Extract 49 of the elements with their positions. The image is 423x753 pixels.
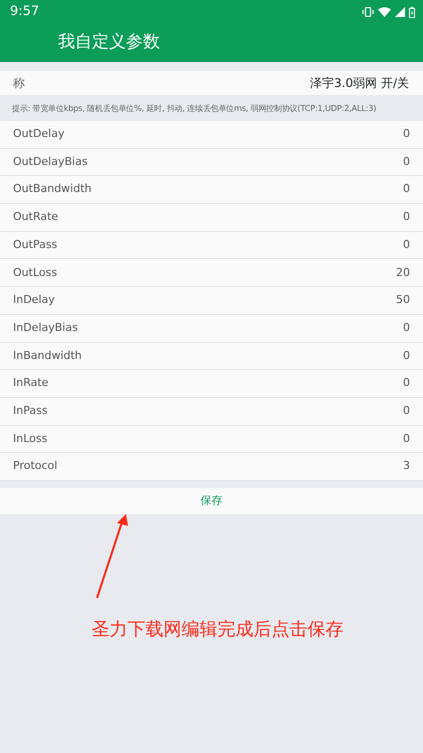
field-label: 称: [13, 75, 25, 92]
battery-icon: [409, 6, 415, 18]
param-row[interactable]: OutRate 0: [0, 204, 423, 232]
vibrate-icon: [362, 7, 374, 17]
toolbar-title: 我自定义参数: [58, 31, 160, 54]
param-row[interactable]: InPass 0: [0, 398, 423, 426]
param-value: 50: [396, 292, 410, 308]
wifi-icon: [378, 7, 391, 17]
param-value: 20: [396, 264, 410, 281]
param-value: 0: [403, 430, 410, 447]
param-name: OutLoss: [13, 264, 58, 281]
hint-text: 提示: 带宽单位kbps, 随机丢包单位%, 延时, 抖动, 连续丢包单位ms, 弱网控制协议(TCP:1,UDP:2,ALL:3): [12, 102, 376, 114]
param-name: InLoss: [13, 430, 48, 447]
param-value: 0: [403, 402, 410, 419]
param-row[interactable]: InDelay 50: [0, 287, 423, 315]
param-value: 3: [403, 458, 410, 474]
param-row[interactable]: Protocol 3: [0, 453, 423, 481]
name-value[interactable]: 泽宇3.0弱网 开/关: [310, 74, 409, 92]
param-name: OutPass: [13, 236, 58, 253]
param-row[interactable]: OutDelay 0: [0, 121, 423, 149]
param-row[interactable]: OutLoss 20: [0, 259, 423, 288]
param-row[interactable]: InRate 0: [0, 370, 423, 398]
param-value: 0: [403, 348, 410, 364]
annotation-text: 圣力下载网编辑完成后点击保存: [92, 618, 344, 640]
param-row[interactable]: OutPass 0: [0, 232, 423, 260]
param-value: 0: [403, 126, 410, 142]
param-name: InDelayBias: [13, 320, 78, 336]
param-row[interactable]: InBandwidth 0: [0, 342, 423, 370]
param-name: InBandwidth: [13, 348, 82, 364]
param-row[interactable]: InLoss 0: [0, 426, 423, 454]
param-value: 0: [403, 209, 410, 226]
signal-icon: [395, 7, 405, 17]
param-value: 0: [403, 320, 410, 336]
param-value: 0: [403, 375, 410, 392]
param-value: 0: [403, 154, 410, 170]
param-name: OutBandwidth: [13, 181, 92, 198]
param-row[interactable]: InDelayBias 0: [0, 314, 423, 342]
param-name: OutDelay: [13, 126, 64, 142]
param-name: InRate: [13, 375, 48, 392]
status-time: 9:57: [10, 3, 40, 22]
param-name: InPass: [13, 402, 48, 419]
param-value: 0: [403, 236, 410, 253]
param-name: InDelay: [13, 292, 55, 308]
param-name: OutDelayBias: [13, 154, 88, 170]
param-row[interactable]: OutDelayBias 0: [0, 148, 423, 176]
param-name: OutRate: [13, 209, 58, 226]
param-name: Protocol: [13, 458, 58, 474]
param-row[interactable]: OutBandwidth 0: [0, 176, 423, 204]
param-value: 0: [403, 181, 410, 198]
